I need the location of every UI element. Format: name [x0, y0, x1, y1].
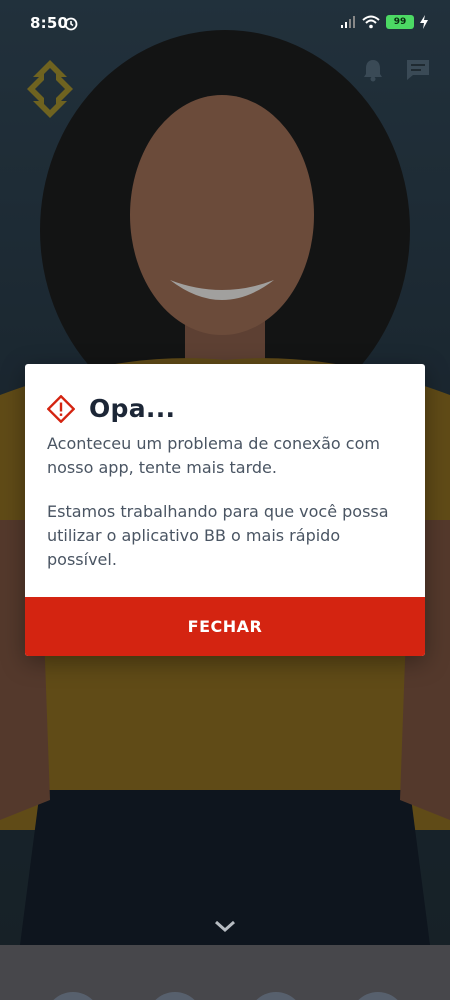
close-button[interactable]: FECHAR — [25, 597, 425, 656]
app-screen: 8:50 99 Opa... Aconteceu um problema de … — [0, 0, 450, 1000]
chat-icon[interactable] — [405, 58, 431, 82]
bell-icon[interactable] — [362, 58, 384, 82]
chevron-down-icon[interactable] — [210, 916, 240, 936]
dialog-message-working: Estamos trabalhando para que você possa … — [47, 502, 389, 569]
banco-do-brasil-logo — [27, 60, 73, 118]
battery-indicator: 99 — [386, 15, 414, 29]
dialog-title: Opa... — [89, 394, 176, 423]
dialog-message-connection: Aconteceu um problema de conexão com nos… — [47, 434, 380, 477]
dialog-header: Opa... — [47, 394, 175, 423]
status-icons: 99 — [340, 15, 428, 29]
wifi-icon — [362, 15, 380, 29]
signal-icon — [341, 16, 355, 28]
warning-icon — [47, 394, 75, 423]
error-dialog: Opa... Aconteceu um problema de conexão … — [25, 364, 425, 656]
status-time: 8:50 — [30, 14, 69, 32]
alarm-icon — [64, 17, 78, 31]
status-bar: 8:50 99 — [0, 0, 450, 48]
charging-icon — [420, 15, 428, 29]
